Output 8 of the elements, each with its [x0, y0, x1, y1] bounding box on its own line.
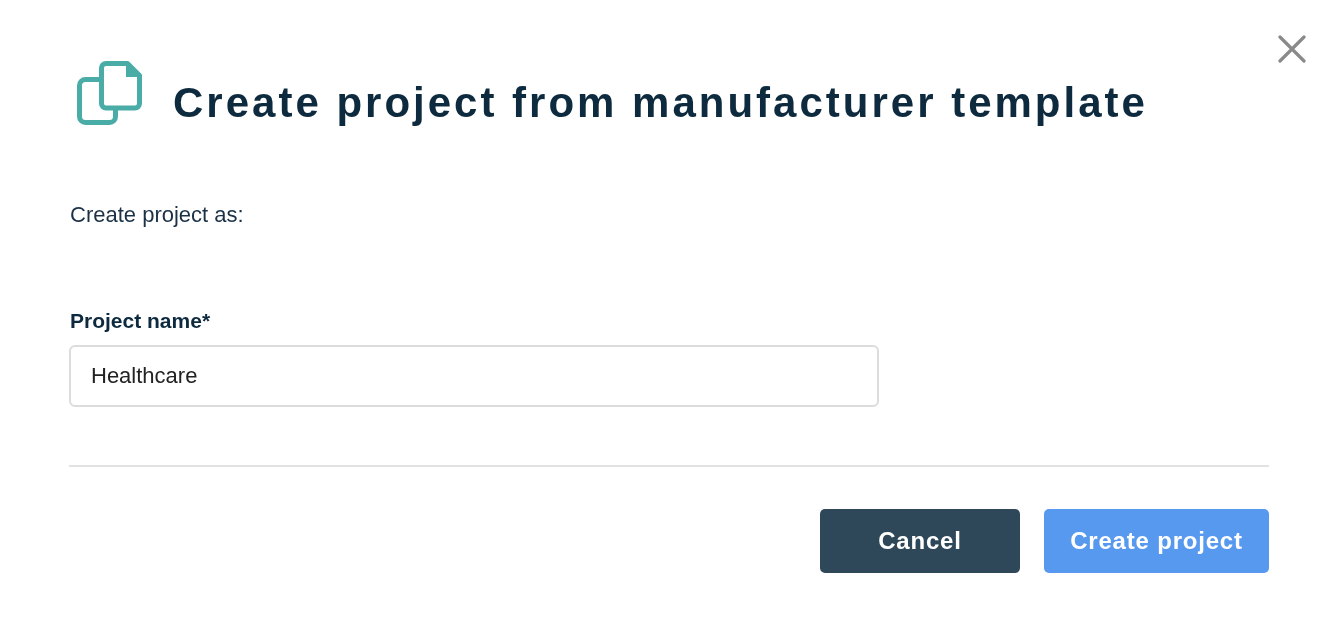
dialog-title: Create project from manufacturer template — [173, 79, 1148, 127]
copy-documents-icon — [76, 61, 142, 125]
field-label: Project name* — [69, 308, 212, 334]
close-icon — [1278, 35, 1306, 63]
project-name-input[interactable]: Healthcare — [69, 345, 879, 407]
cancel-button[interactable]: Cancel — [820, 509, 1020, 573]
close-button[interactable] — [1278, 35, 1306, 63]
intro-text: Create project as: — [69, 201, 245, 229]
